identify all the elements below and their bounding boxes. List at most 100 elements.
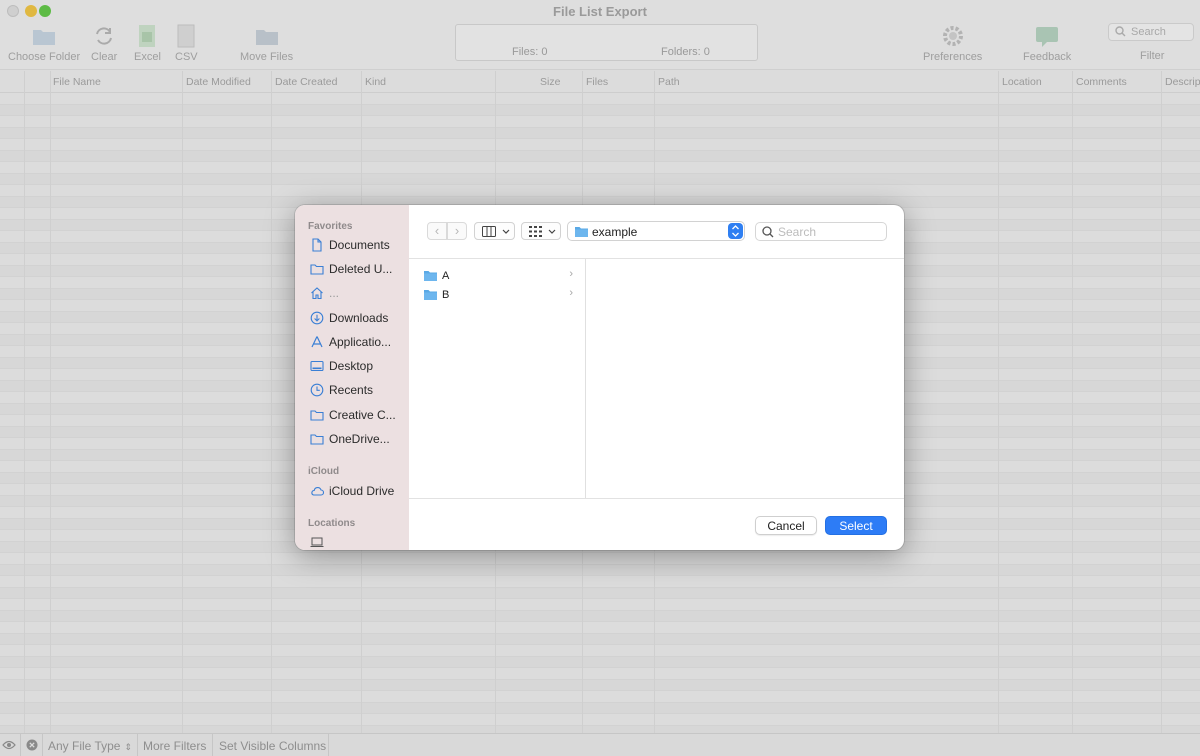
column-path[interactable]: Path: [658, 76, 680, 88]
choose-folder-button[interactable]: Choose Folder: [8, 24, 80, 63]
chevron-right-icon: ›: [569, 268, 573, 280]
updown-chevron-icon: [728, 223, 743, 239]
column-location[interactable]: Location: [1002, 76, 1042, 88]
gear-icon: [942, 26, 963, 46]
sidebar-item-creative-cloud[interactable]: Creative C...: [310, 407, 406, 425]
eye-icon[interactable]: [2, 739, 16, 751]
sidebar-item-documents[interactable]: Documents: [310, 237, 406, 255]
column-file-name[interactable]: File Name: [53, 76, 101, 88]
column-divider: [1161, 71, 1162, 733]
move-files-button[interactable]: Move Files: [240, 24, 293, 63]
window-title: File List Export: [553, 4, 647, 19]
dialog-sidebar: Favorites Documents Deleted U... ... Dow…: [295, 205, 409, 550]
sidebar-item-icloud-drive[interactable]: iCloud Drive: [310, 483, 406, 501]
desktop-icon: [310, 360, 324, 372]
table-header: File Name Date Modified Date Created Kin…: [0, 71, 1200, 93]
folder-item-a[interactable]: A ›: [409, 267, 586, 286]
home-icon: [311, 287, 323, 300]
dialog-search-input[interactable]: [778, 224, 882, 239]
document-icon: [312, 238, 322, 252]
folder-icon: [310, 434, 324, 445]
files-count: Files: 0: [512, 46, 548, 58]
icloud-section-label: iCloud: [308, 466, 340, 477]
column-date-modified[interactable]: Date Modified: [186, 76, 251, 88]
dialog-search-field[interactable]: [755, 222, 887, 241]
dialog-footer: Cancel Select: [409, 498, 904, 550]
column-divider: [182, 71, 183, 733]
folder-icon: [33, 30, 56, 45]
open-folder-dialog: Favorites Documents Deleted U... ... Dow…: [295, 205, 904, 550]
csv-icon: [177, 24, 195, 48]
sidebar-item-applications[interactable]: Applicatio...: [310, 334, 406, 352]
chevron-right-icon: ›: [569, 287, 573, 299]
chevron-down-icon: [548, 229, 556, 234]
excel-button[interactable]: Excel: [134, 24, 161, 63]
view-mode-selector[interactable]: [474, 222, 515, 240]
sidebar-item-desktop[interactable]: Desktop: [310, 358, 406, 376]
sidebar-item-downloads[interactable]: Downloads: [310, 310, 406, 328]
path-popup[interactable]: example: [567, 221, 745, 241]
cloud-icon: [311, 487, 324, 496]
counts-panel: Files: 0 Folders: 0: [455, 24, 758, 61]
cancel-button[interactable]: Cancel: [755, 516, 817, 535]
refresh-icon: [96, 27, 113, 45]
status-divider: [328, 734, 329, 756]
sidebar-item-deleted-users[interactable]: Deleted U...: [310, 261, 406, 279]
group-by-selector[interactable]: [521, 222, 561, 240]
file-type-popup[interactable]: Any File Type ⇕: [48, 739, 132, 753]
locations-section-label: Locations: [308, 518, 356, 529]
status-divider: [20, 734, 21, 756]
search-icon: [1115, 26, 1126, 37]
select-button[interactable]: Select: [825, 516, 887, 535]
search-icon: [762, 226, 774, 238]
title-bar: File List Export Choose Folder Clear Exc…: [0, 0, 1200, 70]
csv-button[interactable]: CSV: [175, 24, 198, 63]
more-filters-button[interactable]: More Filters: [143, 739, 206, 753]
browser-column-2[interactable]: [587, 259, 904, 498]
download-icon: [310, 311, 324, 325]
set-visible-columns-button[interactable]: Set Visible Columns: [219, 739, 326, 753]
chevron-down-icon: [502, 229, 510, 234]
column-divider: [1072, 71, 1073, 733]
columns-view-icon: [482, 226, 496, 237]
grid-icon: [529, 226, 542, 237]
favorites-section-label: Favorites: [308, 221, 353, 232]
folder-item-b[interactable]: B ›: [409, 286, 586, 305]
forward-button[interactable]: ›: [447, 222, 467, 240]
clear-button[interactable]: Clear: [91, 24, 117, 63]
excel-icon: [139, 25, 156, 47]
clear-filter-icon[interactable]: [26, 739, 38, 751]
folder-icon: [424, 271, 437, 281]
column-divider: [24, 71, 25, 733]
column-divider: [50, 71, 51, 733]
filter-label: Filter: [1140, 50, 1165, 62]
toolbar-search-field[interactable]: Search: [1108, 23, 1194, 41]
sidebar-item-recents[interactable]: Recents: [310, 382, 406, 400]
updown-chevron-icon: ⇕: [124, 742, 133, 752]
column-kind[interactable]: Kind: [365, 76, 386, 88]
column-files[interactable]: Files: [586, 76, 608, 88]
applications-icon: [311, 336, 323, 348]
folder-icon: [575, 227, 588, 237]
preferences-button[interactable]: Preferences: [923, 24, 982, 63]
speech-bubble-icon: [1036, 27, 1059, 47]
column-date-created[interactable]: Date Created: [275, 76, 337, 88]
dialog-toolbar: ‹ › example: [409, 205, 904, 259]
dialog-browser-pane: ‹ › example Search A › B › Cancel Select: [409, 205, 904, 550]
folders-count: Folders: 0: [661, 46, 710, 58]
back-button[interactable]: ‹: [427, 222, 447, 240]
sidebar-item-computer[interactable]: [310, 534, 406, 550]
sidebar-item-onedrive[interactable]: OneDrive...: [310, 431, 406, 449]
status-divider: [137, 734, 138, 756]
column-size[interactable]: Size: [540, 76, 560, 88]
column-description[interactable]: Descrip: [1165, 76, 1200, 88]
clock-icon: [310, 383, 324, 397]
column-comments[interactable]: Comments: [1076, 76, 1127, 88]
move-folder-icon: [255, 30, 278, 45]
browser-column-1[interactable]: A › B ›: [409, 259, 586, 498]
column-divider: [271, 71, 272, 733]
feedback-button[interactable]: Feedback: [1023, 24, 1071, 63]
chevron-left-icon: ‹: [434, 223, 440, 238]
sidebar-item-home[interactable]: ...: [310, 285, 406, 303]
chevron-right-icon: ›: [454, 223, 460, 238]
